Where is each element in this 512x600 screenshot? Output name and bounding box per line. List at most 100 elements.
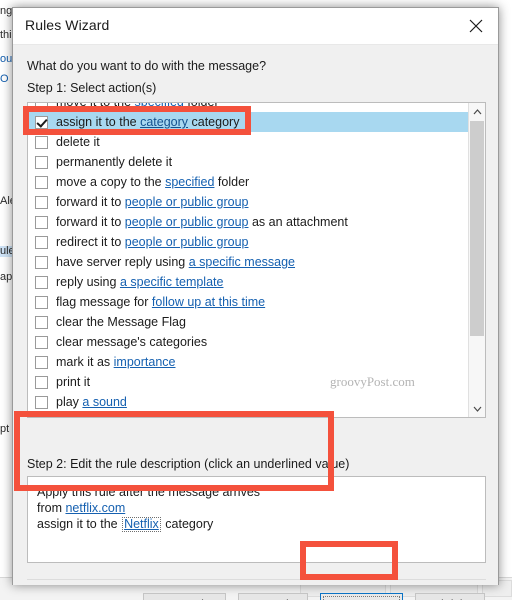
action-row[interactable]: move it to the specified folder	[28, 102, 469, 112]
action-text: clear the Message Flag	[56, 315, 186, 329]
action-row[interactable]: assign it to the category category	[28, 112, 469, 132]
action-value-link[interactable]: a sound	[82, 395, 126, 409]
checkbox-icon[interactable]	[35, 355, 48, 369]
checkbox-icon[interactable]	[35, 275, 48, 289]
action-value-link[interactable]: specified	[165, 175, 214, 189]
action-text: folder	[183, 102, 219, 109]
action-row[interactable]: mark it as importance	[28, 352, 469, 372]
action-row[interactable]: flag message for follow up at this time	[28, 292, 469, 312]
action-row[interactable]: clear the Message Flag	[28, 312, 469, 332]
action-text: play	[56, 395, 83, 409]
action-label: forward it to people or public group	[56, 195, 248, 209]
rule-description-box[interactable]: Apply this rule after the message arrive…	[27, 476, 486, 563]
action-label: forward it to people or public group as …	[56, 215, 348, 229]
checkbox-icon[interactable]	[35, 395, 48, 409]
checkbox-icon[interactable]	[35, 295, 48, 309]
action-text: mark it as read	[56, 415, 139, 417]
action-value-link[interactable]: a specific message	[189, 255, 295, 269]
action-text: assign it to the	[56, 115, 141, 129]
action-label: mark it as importance	[56, 355, 176, 369]
action-label: delete it	[56, 135, 100, 149]
checkbox-icon[interactable]	[35, 215, 48, 229]
description-line-1: Apply this rule after the message arrive…	[37, 485, 261, 499]
checkbox-icon[interactable]	[35, 175, 48, 189]
scrollbar-thumb[interactable]	[470, 121, 484, 336]
checkbox-icon[interactable]	[35, 103, 48, 109]
next-button[interactable]: Next >	[320, 593, 403, 600]
action-value-link[interactable]: people or public group	[125, 215, 249, 229]
action-label: play a sound	[56, 395, 127, 409]
rules-wizard-dialog: Rules Wizard What do you want to do with…	[12, 7, 499, 600]
checkbox-icon[interactable]	[35, 415, 48, 417]
category-value-link[interactable]: Netflix	[124, 517, 159, 531]
actions-scrollbar[interactable]	[468, 103, 485, 417]
action-text: mark it as	[56, 355, 114, 369]
checkbox-icon[interactable]	[35, 235, 48, 249]
action-label: mark it as read	[56, 415, 139, 417]
action-value-link[interactable]: specified	[135, 103, 184, 109]
actions-list: move it to the specified folder assign it…	[28, 102, 469, 417]
dialog-titlebar: Rules Wizard	[13, 8, 498, 45]
action-text: reply using	[56, 275, 120, 289]
background-text: ou	[0, 53, 13, 65]
checkbox-checked-icon[interactable]	[35, 115, 48, 129]
chevron-down-icon[interactable]	[469, 400, 485, 417]
divider	[27, 579, 486, 580]
background-text: ap	[0, 271, 13, 283]
action-value-link[interactable]: a specific template	[120, 275, 224, 289]
checkbox-icon[interactable]	[35, 195, 48, 209]
action-label: clear message's categories	[56, 335, 207, 349]
sender-value-link[interactable]: netflix.com	[65, 501, 125, 515]
action-text: forward it to	[56, 195, 125, 209]
finish-button[interactable]: Finish	[415, 593, 485, 600]
action-row[interactable]: forward it to people or public group	[28, 192, 469, 212]
action-value-link[interactable]: importance	[114, 355, 176, 369]
category-value-box[interactable]: Netflix	[122, 517, 161, 532]
chevron-up-icon[interactable]	[469, 103, 485, 120]
description-assign-prefix: assign it to the	[37, 517, 122, 531]
checkbox-icon[interactable]	[35, 255, 48, 269]
action-row[interactable]: reply using a specific template	[28, 272, 469, 292]
action-label: permanently delete it	[56, 155, 172, 169]
action-row[interactable]: permanently delete it	[28, 152, 469, 172]
action-label: print it	[56, 375, 90, 389]
action-label: have server reply using a specific messa…	[56, 255, 295, 269]
action-text: as an attachment	[248, 215, 348, 229]
checkbox-icon[interactable]	[35, 135, 48, 149]
checkbox-icon[interactable]	[35, 155, 48, 169]
action-text: forward it to	[56, 215, 125, 229]
action-text: print it	[56, 375, 91, 389]
screenshot-root: ng thi ou O Ale ule ap pt Rules Wizard What do …	[0, 0, 512, 600]
action-value-link[interactable]: people or public group	[125, 235, 249, 249]
back-button[interactable]: < Back	[238, 593, 308, 600]
checkbox-icon[interactable]	[35, 315, 48, 329]
checkbox-icon[interactable]	[35, 335, 48, 349]
action-row[interactable]: clear message's categories	[28, 332, 469, 352]
action-row[interactable]: delete it	[28, 132, 469, 152]
background-text: pt	[0, 423, 10, 435]
action-text: redirect it to	[56, 235, 125, 249]
action-text: move a copy to the	[56, 175, 166, 189]
action-text: folder	[214, 175, 250, 189]
action-value-link[interactable]: category	[140, 115, 188, 129]
action-row[interactable]: move a copy to the specified folder	[28, 172, 469, 192]
action-row[interactable]: mark it as read	[28, 412, 469, 417]
description-from-prefix: from	[37, 501, 66, 515]
action-value-link[interactable]: follow up at this time	[152, 295, 265, 309]
action-text: have server reply using	[56, 255, 189, 269]
action-row[interactable]: play a sound	[28, 392, 469, 412]
action-row[interactable]: redirect it to people or public group	[28, 232, 469, 252]
actions-listbox[interactable]: move it to the specified folder assign it…	[27, 102, 486, 418]
close-icon[interactable]	[454, 8, 498, 44]
checkbox-icon[interactable]	[35, 375, 48, 389]
action-row[interactable]: print it	[28, 372, 469, 392]
action-label: reply using a specific template	[56, 275, 223, 289]
action-text: clear message's categories	[56, 335, 208, 349]
cancel-button[interactable]: Cancel	[143, 593, 226, 600]
action-row[interactable]: have server reply using a specific messa…	[28, 252, 469, 272]
action-text: move it to the	[56, 102, 135, 109]
action-value-link[interactable]: people or public group	[125, 195, 249, 209]
step2-label: Step 2: Edit the rule description (click…	[27, 457, 350, 471]
dialog-body: What do you want to do with the message?…	[13, 45, 498, 600]
action-row[interactable]: forward it to people or public group as …	[28, 212, 469, 232]
